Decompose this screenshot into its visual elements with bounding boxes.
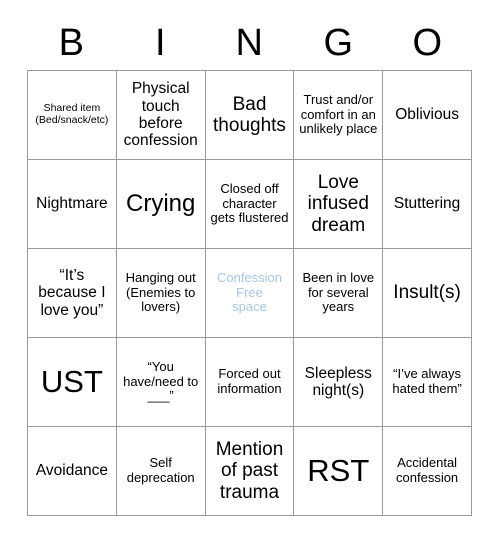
bingo-header-letter-i: I bbox=[154, 22, 167, 64]
bingo-cell-label: Stuttering bbox=[393, 195, 461, 213]
bingo-grid: Shared item (Bed/snack/etc) Physical touc… bbox=[27, 70, 472, 516]
bingo-cell-r3c4[interactable]: Been in love for several years bbox=[294, 249, 384, 338]
bingo-cell-label: “I’ve always hated them” bbox=[392, 366, 462, 396]
bingo-cell-r5c4[interactable]: RST bbox=[294, 427, 384, 516]
bingo-cell-r3c5[interactable]: Insult(s) bbox=[383, 249, 472, 338]
bingo-cell-r2c3[interactable]: Closed off character gets flustered bbox=[205, 160, 295, 249]
bingo-cell-label: “You have/need to ___” bbox=[123, 359, 199, 404]
bingo-header-letter-b: B bbox=[58, 22, 85, 64]
bingo-header-letter-g: G bbox=[323, 22, 354, 64]
bingo-card: B I N G O Shared item (Bed/snack/etc) Physica… bbox=[0, 0, 500, 544]
bingo-cell-label: Sleepless night(s) bbox=[304, 364, 372, 399]
bingo-cell-label: Hanging out (Enemies to lovers) bbox=[125, 270, 196, 315]
bingo-cell-label: Physical touch before confession bbox=[123, 80, 198, 150]
bingo-header-row: BINGO bbox=[27, 18, 472, 68]
bingo-cell-r5c2[interactable]: Self deprecation bbox=[116, 427, 206, 516]
bingo-cell-r1c1[interactable]: Shared item (Bed/snack/etc) bbox=[28, 71, 117, 160]
bingo-cell-label: Forced out information bbox=[217, 366, 282, 396]
bingo-cell-label: RST bbox=[307, 452, 370, 488]
bingo-cell-r2c2[interactable]: Crying bbox=[116, 160, 206, 249]
bingo-cell-r5c5[interactable]: Accidental confession bbox=[383, 427, 472, 516]
bingo-cell-label: Confession Free space bbox=[216, 270, 283, 315]
bingo-cell-label: Avoidance bbox=[35, 462, 108, 480]
bingo-header-letter-o: O bbox=[412, 22, 443, 64]
bingo-cell-label: “It’s because I love you” bbox=[38, 266, 106, 319]
bingo-cell-label: Bad thoughts bbox=[213, 93, 286, 136]
bingo-cell-label: Been in love for several years bbox=[302, 270, 375, 315]
bingo-cell-r4c1[interactable]: UST bbox=[28, 338, 117, 427]
bingo-cell-label: Oblivious bbox=[395, 106, 459, 124]
bingo-cell-r2c1[interactable]: Nightmare bbox=[28, 160, 117, 249]
bingo-cell-label: Accidental confession bbox=[396, 455, 459, 485]
bingo-cell-r1c3[interactable]: Bad thoughts bbox=[205, 71, 295, 160]
bingo-cell-r3c1[interactable]: “It’s because I love you” bbox=[28, 249, 117, 338]
bingo-cell-r3c2[interactable]: Hanging out (Enemies to lovers) bbox=[116, 249, 206, 338]
bingo-cell-label: Shared item (Bed/snack/etc) bbox=[35, 102, 109, 126]
bingo-cell-label: Trust and/or comfort in an unlikely plac… bbox=[299, 92, 378, 137]
bingo-cell-r4c5[interactable]: “I’ve always hated them” bbox=[383, 338, 472, 427]
bingo-cell-label: Crying bbox=[126, 189, 196, 217]
bingo-cell-r5c3[interactable]: Mention of past trauma bbox=[205, 427, 295, 516]
bingo-cell-r1c4[interactable]: Trust and/or comfort in an unlikely plac… bbox=[294, 71, 384, 160]
bingo-cell-label: Nightmare bbox=[36, 195, 108, 213]
bingo-cell-label: UST bbox=[40, 363, 103, 399]
bingo-cell-label: Self deprecation bbox=[126, 455, 195, 485]
bingo-free-space-cell[interactable]: Confession Free space bbox=[205, 249, 295, 338]
bingo-cell-r4c4[interactable]: Sleepless night(s) bbox=[294, 338, 384, 427]
bingo-cell-label: Insult(s) bbox=[393, 282, 461, 304]
bingo-cell-r5c1[interactable]: Avoidance bbox=[28, 427, 117, 516]
bingo-cell-r1c5[interactable]: Oblivious bbox=[383, 71, 472, 160]
bingo-cell-r2c5[interactable]: Stuttering bbox=[383, 160, 472, 249]
bingo-header-letter-n: N bbox=[235, 22, 264, 64]
bingo-cell-r1c2[interactable]: Physical touch before confession bbox=[116, 71, 206, 160]
bingo-cell-r4c3[interactable]: Forced out information bbox=[205, 338, 295, 427]
bingo-cell-r2c4[interactable]: Love infused dream bbox=[294, 160, 384, 249]
bingo-cell-label: Love infused dream bbox=[307, 172, 369, 236]
bingo-cell-r4c2[interactable]: “You have/need to ___” bbox=[116, 338, 206, 427]
bingo-cell-label: Mention of past trauma bbox=[215, 439, 284, 503]
bingo-cell-label: Closed off character gets flustered bbox=[210, 181, 289, 226]
